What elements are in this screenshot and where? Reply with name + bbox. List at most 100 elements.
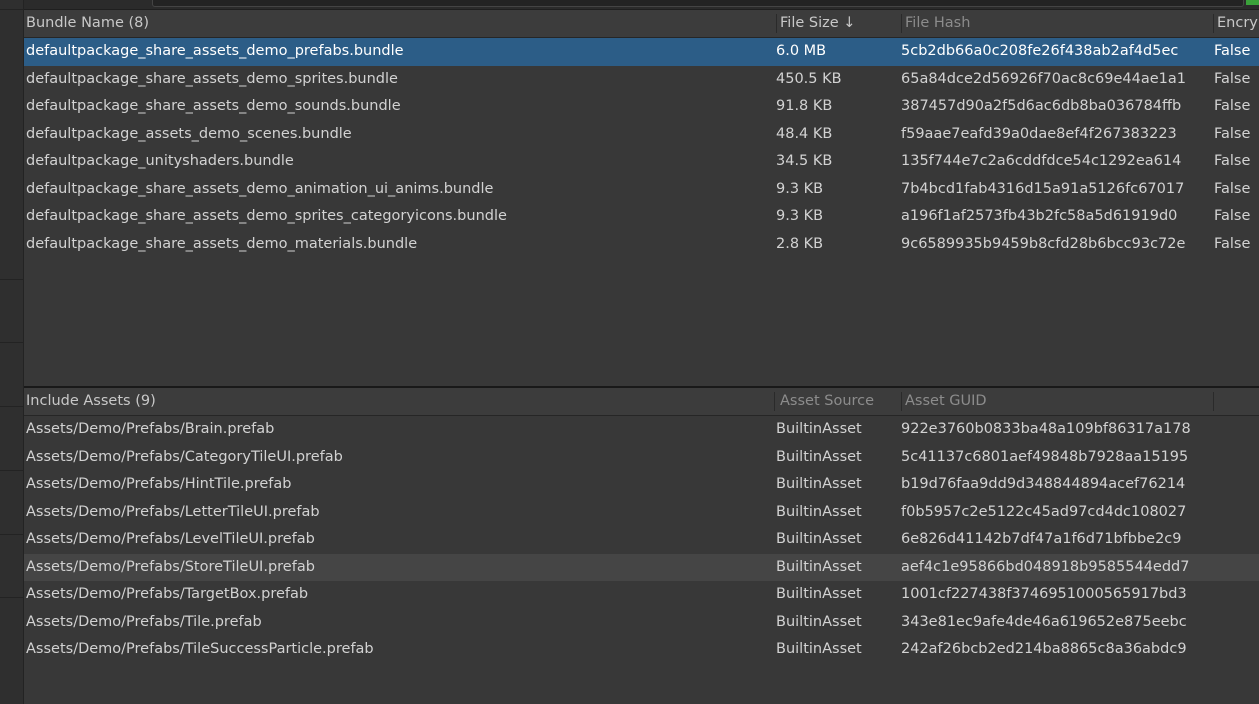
file-hash-cell: f59aae7eafd39a0dae8ef4f267383223: [901, 125, 1177, 142]
encrypted-cell: False: [1214, 125, 1251, 142]
encrypted-cell: False: [1214, 70, 1251, 87]
table-row[interactable]: Assets/Demo/Prefabs/CategoryTileUI.prefa…: [24, 444, 1259, 472]
asset-guid-cell: b19d76faa9dd9d348844894acef76214: [901, 476, 1186, 492]
asset-source-header-label: Asset Source: [780, 393, 875, 409]
asset-guid-cell: 922e3760b0833ba48a109bf86317a178: [901, 421, 1191, 437]
table-row[interactable]: defaultpackage_share_assets_demo_sprites…: [24, 66, 1259, 94]
file-hash-cell: 9c6589935b9459b8cfd28b6bcc93c72e: [901, 235, 1186, 252]
left-strip-divider: [0, 406, 23, 407]
column-header-encrypted[interactable]: Encry: [1215, 10, 1259, 37]
asset-guid-cell: 5c41137c6801aef49848b7928aa15195: [901, 448, 1189, 465]
bundle-name-cell: defaultpackage_share_assets_demo_animati…: [26, 180, 494, 197]
table-row[interactable]: defaultpackage_share_assets_demo_materia…: [24, 231, 1259, 259]
include-assets-panel: Include Assets (9) Asset Source Asset GU…: [24, 388, 1259, 704]
bundle-name-cell: defaultpackage_share_assets_demo_sprites…: [26, 70, 398, 87]
asset-guid-cell: aef4c1e95866bd048918b9585544edd7: [901, 558, 1190, 575]
search-input[interactable]: [152, 0, 1244, 7]
left-side-strip: [0, 0, 24, 704]
asset-path-cell: Assets/Demo/Prefabs/TargetBox.prefab: [26, 586, 309, 602]
asset-guid-cell: f0b5957c2e5122c45ad97cd4dc108027: [901, 503, 1187, 520]
file-size-cell: 2.8 KB: [776, 235, 824, 252]
file-size-cell: 450.5 KB: [776, 70, 842, 87]
bundle-name-cell: defaultpackage_unityshaders.bundle: [26, 153, 294, 169]
asset-guid-cell: 343e81ec9afe4de46a619652e875eebc: [901, 613, 1187, 630]
action-button[interactable]: [1246, 0, 1259, 5]
asset-source-cell: BuiltinAsset: [776, 421, 862, 437]
asset-source-cell: BuiltinAsset: [776, 586, 862, 602]
column-header-asset-source[interactable]: Asset Source: [778, 388, 901, 415]
bundle-name-cell: defaultpackage_share_assets_demo_materia…: [26, 235, 418, 252]
file-size-cell: 9.3 KB: [776, 208, 824, 224]
column-resize-handle[interactable]: [776, 14, 777, 33]
asset-guid-cell: 1001cf227438f3746951000565917bd3: [901, 586, 1187, 602]
table-row[interactable]: defaultpackage_share_assets_demo_animati…: [24, 176, 1259, 204]
asset-path-cell: Assets/Demo/Prefabs/Brain.prefab: [26, 421, 275, 437]
column-resize-handle[interactable]: [1213, 392, 1214, 411]
column-resize-handle[interactable]: [901, 14, 902, 33]
asset-source-cell: BuiltinAsset: [776, 641, 862, 657]
bundle-name-header-label: Bundle Name (8): [26, 15, 150, 31]
asset-source-cell: BuiltinAsset: [776, 476, 862, 492]
column-header-include-assets[interactable]: Include Assets (9): [24, 388, 774, 415]
column-resize-handle[interactable]: [774, 392, 775, 411]
asset-path-cell: Assets/Demo/Prefabs/HintTile.prefab: [26, 476, 292, 492]
file-size-cell: 91.8 KB: [776, 98, 833, 114]
asset-source-cell: BuiltinAsset: [776, 558, 862, 575]
asset-path-cell: Assets/Demo/Prefabs/TileSuccessParticle.…: [26, 641, 374, 657]
table-row[interactable]: Assets/Demo/Prefabs/TileSuccessParticle.…: [24, 636, 1259, 664]
left-strip-divider: [0, 279, 23, 280]
file-size-cell: 48.4 KB: [776, 125, 833, 142]
bundle-name-cell: defaultpackage_share_assets_demo_sprites…: [26, 208, 507, 224]
asset-path-cell: Assets/Demo/Prefabs/CategoryTileUI.prefa…: [26, 448, 343, 465]
bundle-table-header: Bundle Name (8) File Size ↓ File Hash En…: [24, 10, 1259, 38]
table-row[interactable]: Assets/Demo/Prefabs/HintTile.prefab Built…: [24, 471, 1259, 499]
table-row[interactable]: Assets/Demo/Prefabs/TargetBox.prefab Buil…: [24, 581, 1259, 609]
file-hash-cell: 65a84dce2d56926f70ac8c69e44ae1a1: [901, 70, 1187, 87]
column-header-bundle-name[interactable]: Bundle Name (8): [24, 10, 776, 37]
asset-path-cell: Assets/Demo/Prefabs/LetterTileUI.prefab: [26, 503, 320, 520]
asset-guid-cell: 242af26bcb2ed214ba8865c8a36abdc9: [901, 641, 1187, 657]
file-hash-cell: a196f1af2573fb43b2fc58a5d61919d0: [901, 208, 1178, 224]
table-row[interactable]: defaultpackage_share_assets_demo_sprites…: [24, 203, 1259, 231]
include-assets-header-label: Include Assets (9): [26, 393, 156, 409]
file-hash-cell: 387457d90a2f5d6ac6db8ba036784ffb: [901, 98, 1182, 114]
encrypted-cell: False: [1214, 43, 1251, 59]
left-strip-divider: [0, 342, 23, 343]
asset-guid-cell: 6e826d41142b7df47a1f6d71bfbbe2c9: [901, 531, 1182, 547]
asset-source-cell: BuiltinAsset: [776, 613, 862, 630]
file-size-header-label: File Size: [780, 15, 839, 31]
column-header-file-size[interactable]: File Size ↓: [778, 10, 901, 37]
file-hash-cell: 5cb2db66a0c208fe26f438ab2af4d5ec: [901, 43, 1179, 59]
toolbar: [24, 0, 1259, 10]
bundle-name-cell: defaultpackage_share_assets_demo_prefabs…: [26, 43, 404, 59]
encrypted-header-label: Encry: [1217, 15, 1258, 31]
asset-source-cell: BuiltinAsset: [776, 531, 862, 547]
column-resize-handle[interactable]: [1213, 14, 1214, 33]
sort-descending-icon: ↓: [843, 15, 856, 31]
left-strip-divider: [0, 470, 23, 471]
asset-source-cell: BuiltinAsset: [776, 448, 862, 465]
file-size-cell: 34.5 KB: [776, 153, 833, 169]
column-header-file-hash[interactable]: File Hash: [903, 10, 1213, 37]
table-row[interactable]: defaultpackage_unityshaders.bundle 34.5 K…: [24, 148, 1259, 176]
table-row[interactable]: Assets/Demo/Prefabs/StoreTileUI.prefab Bu…: [24, 553, 1259, 581]
table-row[interactable]: Assets/Demo/Prefabs/Brain.prefab BuiltinA…: [24, 416, 1259, 444]
bundle-name-cell: defaultpackage_assets_demo_scenes.bundle: [26, 125, 352, 142]
table-row[interactable]: defaultpackage_share_assets_demo_prefabs…: [24, 38, 1259, 66]
table-row[interactable]: defaultpackage_share_assets_demo_sounds.…: [24, 93, 1259, 121]
table-row[interactable]: Assets/Demo/Prefabs/LetterTileUI.prefab B…: [24, 499, 1259, 527]
asset-guid-header-label: Asset GUID: [905, 393, 987, 409]
left-strip-divider: [0, 597, 23, 598]
bundle-name-cell: defaultpackage_share_assets_demo_sounds.…: [26, 98, 401, 114]
table-row[interactable]: defaultpackage_assets_demo_scenes.bundle…: [24, 121, 1259, 149]
column-resize-handle[interactable]: [901, 392, 902, 411]
table-row[interactable]: Assets/Demo/Prefabs/Tile.prefab BuiltinAs…: [24, 609, 1259, 637]
column-header-asset-guid[interactable]: Asset GUID: [903, 388, 1213, 415]
left-strip-divider: [0, 9, 23, 10]
file-size-cell: 6.0 MB: [776, 43, 827, 59]
encrypted-cell: False: [1214, 235, 1251, 252]
left-strip-divider: [0, 534, 23, 535]
file-hash-cell: 7b4bcd1fab4316d15a91a5126fc67017: [901, 180, 1185, 197]
table-row[interactable]: Assets/Demo/Prefabs/LevelTileUI.prefab Bu…: [24, 526, 1259, 554]
asset-path-cell: Assets/Demo/Prefabs/Tile.prefab: [26, 613, 262, 630]
